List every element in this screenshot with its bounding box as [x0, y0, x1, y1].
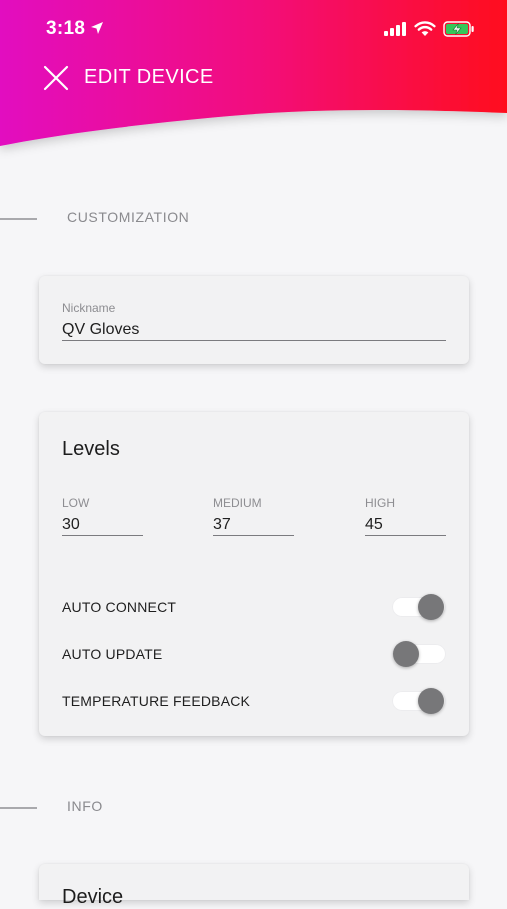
temperature-feedback-toggle[interactable] [392, 686, 446, 716]
nickname-label: Nickname [62, 301, 116, 315]
battery-charging-icon [443, 21, 474, 37]
close-icon[interactable] [42, 64, 70, 92]
auto-connect-label: AUTO CONNECT [62, 599, 177, 615]
auto-update-toggle[interactable] [392, 639, 446, 669]
medium-input[interactable]: 37 [213, 516, 231, 534]
section-header-customization: CUSTOMIZATION [0, 209, 507, 229]
section-label-info: INFO [67, 798, 103, 814]
device-card: Device [39, 864, 469, 908]
section-label-customization: CUSTOMIZATION [67, 209, 190, 225]
nickname-input[interactable]: QV Gloves [62, 321, 139, 339]
page-title: EDIT DEVICE [84, 66, 214, 88]
low-input[interactable]: 30 [62, 516, 80, 534]
section-divider [0, 807, 37, 809]
levels-card: Levels LOW 30 MEDIUM 37 HIGH 45 AUTO CON… [39, 412, 469, 736]
section-header-info: INFO [0, 798, 507, 818]
location-arrow-icon [91, 22, 103, 34]
header: 3:18 EDIT DEVICE [0, 0, 507, 170]
nickname-underline [62, 340, 446, 341]
low-label: LOW [62, 496, 90, 510]
high-underline [365, 535, 446, 536]
auto-connect-toggle[interactable] [392, 592, 446, 622]
nickname-card: Nickname QV Gloves [39, 276, 469, 364]
toggle-knob [418, 594, 444, 620]
low-underline [62, 535, 143, 536]
medium-label: MEDIUM [213, 496, 262, 510]
toggle-knob [418, 688, 444, 714]
high-label: HIGH [365, 496, 395, 510]
device-title: Device [62, 886, 124, 908]
status-time: 3:18 [46, 18, 86, 39]
wifi-icon [414, 21, 436, 36]
auto-update-label: AUTO UPDATE [62, 646, 163, 662]
toggle-knob [393, 641, 419, 667]
medium-underline [213, 535, 294, 536]
status-bar: 3:18 [0, 0, 507, 60]
temperature-feedback-label: TEMPERATURE FEEDBACK [62, 693, 251, 709]
levels-title: Levels [62, 438, 120, 460]
high-input[interactable]: 45 [365, 516, 383, 534]
section-divider [0, 218, 37, 220]
cellular-signal-icon [384, 22, 406, 36]
